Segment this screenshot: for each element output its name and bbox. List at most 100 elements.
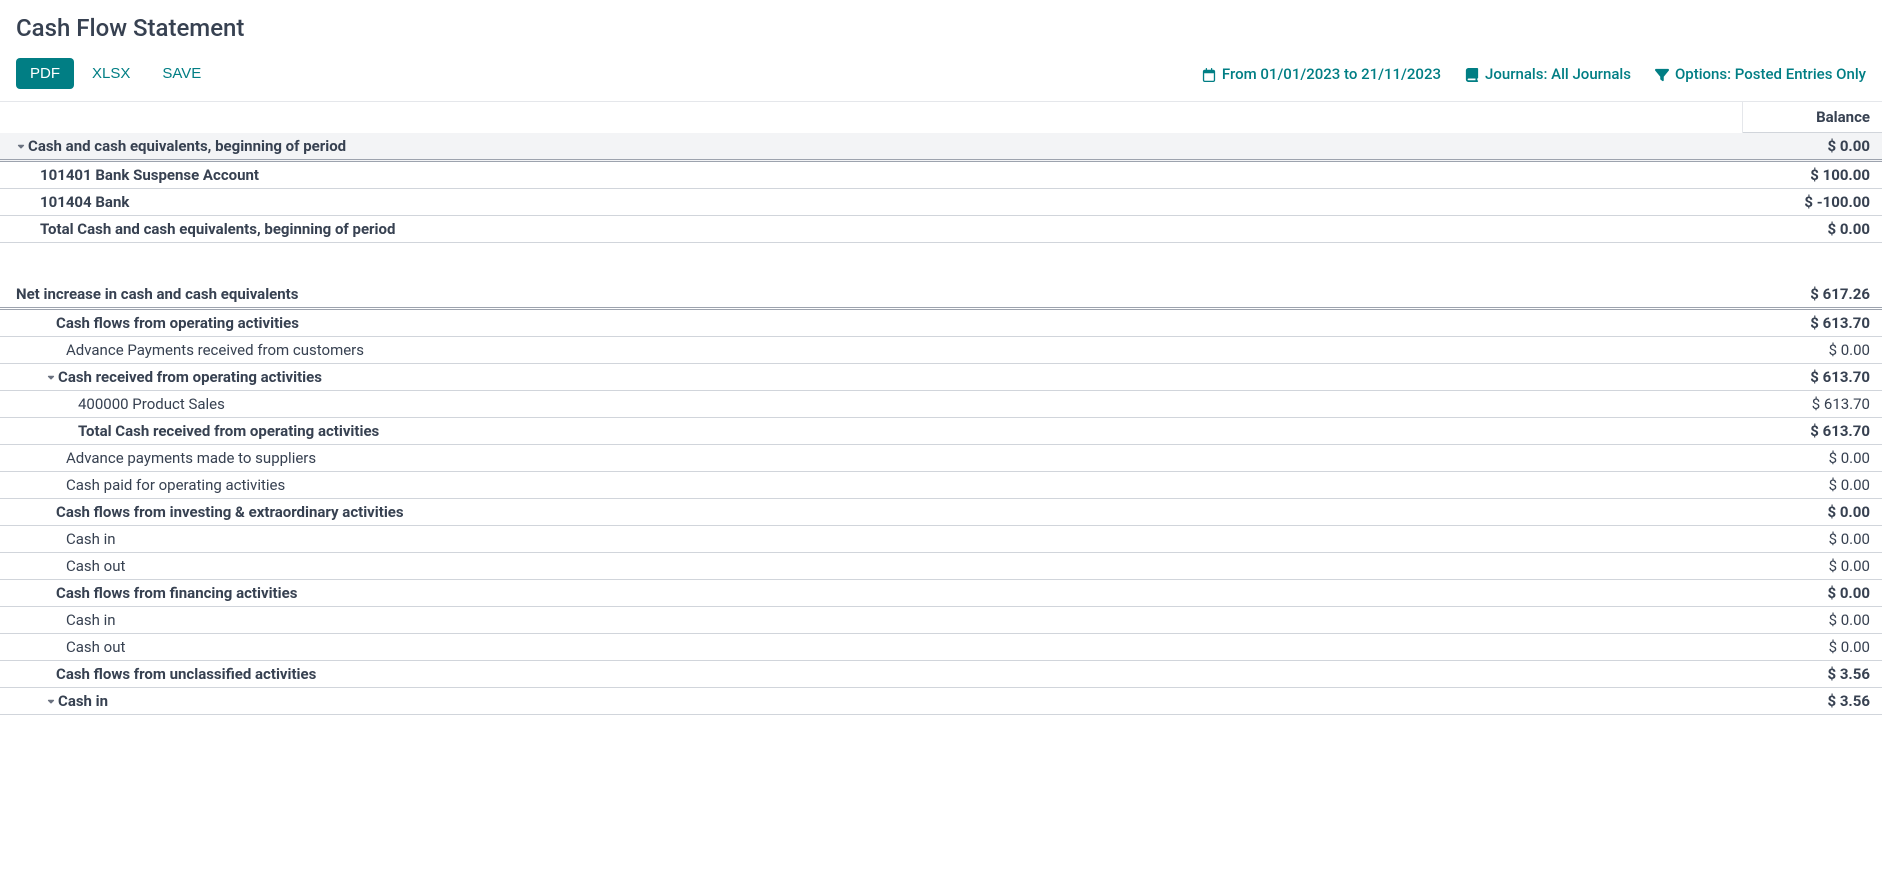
row-label: Cash in bbox=[0, 525, 1742, 552]
row-label: Cash and cash equivalents, beginning of … bbox=[0, 133, 1742, 161]
row-label: Cash paid for operating activities bbox=[0, 471, 1742, 498]
row-label-text: 101401 Bank Suspense Account bbox=[40, 166, 259, 184]
header-balance: Balance bbox=[1742, 102, 1882, 133]
row-label: Cash in bbox=[0, 606, 1742, 633]
row-balance: $ 100.00 bbox=[1742, 161, 1882, 189]
row-balance: $ -100.00 bbox=[1742, 189, 1882, 216]
row-label-text: Cash and cash equivalents, beginning of … bbox=[28, 137, 346, 155]
row-label: Total Cash received from operating activ… bbox=[0, 417, 1742, 444]
row-label-text: Cash out bbox=[66, 557, 125, 575]
row-balance: $ 0.00 bbox=[1742, 552, 1882, 579]
row-balance: $ 613.70 bbox=[1742, 417, 1882, 444]
table-row[interactable]: Cash in $ 3.56 bbox=[0, 687, 1882, 714]
row-label-text: Total Cash and cash equivalents, beginni… bbox=[40, 220, 395, 238]
row-label: Cash in bbox=[0, 687, 1742, 714]
row-balance: $ 617.26 bbox=[1742, 281, 1882, 309]
row-balance: $ 0.00 bbox=[1742, 498, 1882, 525]
row-balance: $ 0.00 bbox=[1742, 444, 1882, 471]
table-row[interactable]: Net increase in cash and cash equivalent… bbox=[0, 281, 1882, 309]
row-label: Cash flows from operating activities bbox=[0, 308, 1742, 336]
table-row[interactable]: Advance Payments received from customers… bbox=[0, 336, 1882, 363]
row-label: Cash received from operating activities bbox=[0, 363, 1742, 390]
filter-options[interactable]: Options: Posted Entries Only bbox=[1655, 65, 1866, 83]
table-row[interactable]: Cash and cash equivalents, beginning of … bbox=[0, 133, 1882, 161]
save-button[interactable]: SAVE bbox=[148, 58, 215, 89]
table-row[interactable]: Cash paid for operating activities $ 0.00 bbox=[0, 471, 1882, 498]
row-balance: $ 0.00 bbox=[1742, 133, 1882, 161]
table-row[interactable]: Cash flows from operating activities $ 61… bbox=[0, 308, 1882, 336]
filter-journals-label: Journals: All Journals bbox=[1485, 65, 1631, 83]
table-row[interactable]: Cash flows from unclassified activities $… bbox=[0, 660, 1882, 687]
filter-journals[interactable]: Journals: All Journals bbox=[1465, 65, 1631, 83]
row-label: Cash flows from financing activities bbox=[0, 579, 1742, 606]
table-row[interactable]: Cash in $ 0.00 bbox=[0, 606, 1882, 633]
caret-down-icon[interactable] bbox=[46, 368, 56, 378]
row-balance: $ 0.00 bbox=[1742, 216, 1882, 243]
row-balance: $ 613.70 bbox=[1742, 363, 1882, 390]
filter-date-range[interactable]: From 01/01/2023 to 21/11/2023 bbox=[1202, 65, 1441, 83]
row-balance: $ 0.00 bbox=[1742, 336, 1882, 363]
row-balance: $ 613.70 bbox=[1742, 390, 1882, 417]
row-label-text: Total Cash received from operating activ… bbox=[78, 422, 379, 440]
row-balance: $ 3.56 bbox=[1742, 687, 1882, 714]
row-label-text: Net increase in cash and cash equivalent… bbox=[16, 285, 298, 303]
row-label-text: Cash flows from unclassified activities bbox=[56, 665, 316, 683]
toolbar-right: From 01/01/2023 to 21/11/2023 Journals: … bbox=[1202, 65, 1866, 83]
row-label-text: Advance payments made to suppliers bbox=[66, 449, 316, 467]
table-row[interactable]: 400000 Product Sales $ 613.70 bbox=[0, 390, 1882, 417]
table-row[interactable]: Cash flows from investing & extraordinar… bbox=[0, 498, 1882, 525]
row-label-text: Cash flows from operating activities bbox=[56, 314, 299, 332]
row-label-text: Cash in bbox=[66, 530, 116, 548]
row-label-text: Cash in bbox=[58, 692, 108, 710]
table-row[interactable]: Cash received from operating activities $… bbox=[0, 363, 1882, 390]
row-label-text: Cash flows from investing & extraordinar… bbox=[56, 503, 404, 521]
table-header-row: Balance bbox=[0, 102, 1882, 133]
xlsx-button[interactable]: XLSX bbox=[78, 58, 144, 89]
row-label-text: Advance Payments received from customers bbox=[66, 341, 364, 359]
toolbar: PDF XLSX SAVE From 01/01/2023 to 21/11/2… bbox=[0, 58, 1882, 102]
table-row[interactable]: Total Cash received from operating activ… bbox=[0, 417, 1882, 444]
filter-date-label: From 01/01/2023 to 21/11/2023 bbox=[1222, 65, 1441, 83]
row-label-text: Cash in bbox=[66, 611, 116, 629]
table-row[interactable]: Cash out $ 0.00 bbox=[0, 633, 1882, 660]
table-row[interactable]: Advance payments made to suppliers $ 0.00 bbox=[0, 444, 1882, 471]
row-balance: $ 0.00 bbox=[1742, 633, 1882, 660]
row-label-text: Cash flows from financing activities bbox=[56, 584, 297, 602]
row-label-text: Cash out bbox=[66, 638, 125, 656]
table-row[interactable]: Cash flows from financing activities $ 0.… bbox=[0, 579, 1882, 606]
pdf-button[interactable]: PDF bbox=[16, 58, 74, 89]
page-title: Cash Flow Statement bbox=[0, 0, 1882, 58]
row-label: 101404 Bank bbox=[0, 189, 1742, 216]
row-balance: $ 0.00 bbox=[1742, 579, 1882, 606]
row-label-text: Cash received from operating activities bbox=[58, 368, 322, 386]
row-balance: $ 613.70 bbox=[1742, 308, 1882, 336]
row-label-text: Cash paid for operating activities bbox=[66, 476, 285, 494]
caret-down-icon[interactable] bbox=[46, 692, 56, 702]
row-label-text: 400000 Product Sales bbox=[78, 395, 225, 413]
toolbar-left: PDF XLSX SAVE bbox=[16, 58, 215, 89]
row-label: 400000 Product Sales bbox=[0, 390, 1742, 417]
table-row[interactable]: Cash in $ 0.00 bbox=[0, 525, 1882, 552]
calendar-icon bbox=[1202, 65, 1216, 83]
header-name bbox=[0, 102, 1742, 133]
row-label: Net increase in cash and cash equivalent… bbox=[0, 281, 1742, 309]
row-label: Advance payments made to suppliers bbox=[0, 444, 1742, 471]
row-label-text: 101404 Bank bbox=[40, 193, 129, 211]
table-row[interactable]: 101404 Bank $ -100.00 bbox=[0, 189, 1882, 216]
caret-down-icon[interactable] bbox=[16, 137, 26, 147]
book-icon bbox=[1465, 65, 1479, 83]
table-row[interactable]: Total Cash and cash equivalents, beginni… bbox=[0, 216, 1882, 243]
row-label: Cash flows from unclassified activities bbox=[0, 660, 1742, 687]
row-balance: $ 0.00 bbox=[1742, 525, 1882, 552]
row-label: Cash out bbox=[0, 633, 1742, 660]
table-row bbox=[0, 243, 1882, 281]
table-row[interactable]: Cash out $ 0.00 bbox=[0, 552, 1882, 579]
row-label: Advance Payments received from customers bbox=[0, 336, 1742, 363]
row-label: 101401 Bank Suspense Account bbox=[0, 161, 1742, 189]
row-balance: $ 3.56 bbox=[1742, 660, 1882, 687]
row-balance: $ 0.00 bbox=[1742, 606, 1882, 633]
row-label: Cash out bbox=[0, 552, 1742, 579]
table-row[interactable]: 101401 Bank Suspense Account $ 100.00 bbox=[0, 161, 1882, 189]
row-balance: $ 0.00 bbox=[1742, 471, 1882, 498]
filter-icon bbox=[1655, 65, 1669, 83]
